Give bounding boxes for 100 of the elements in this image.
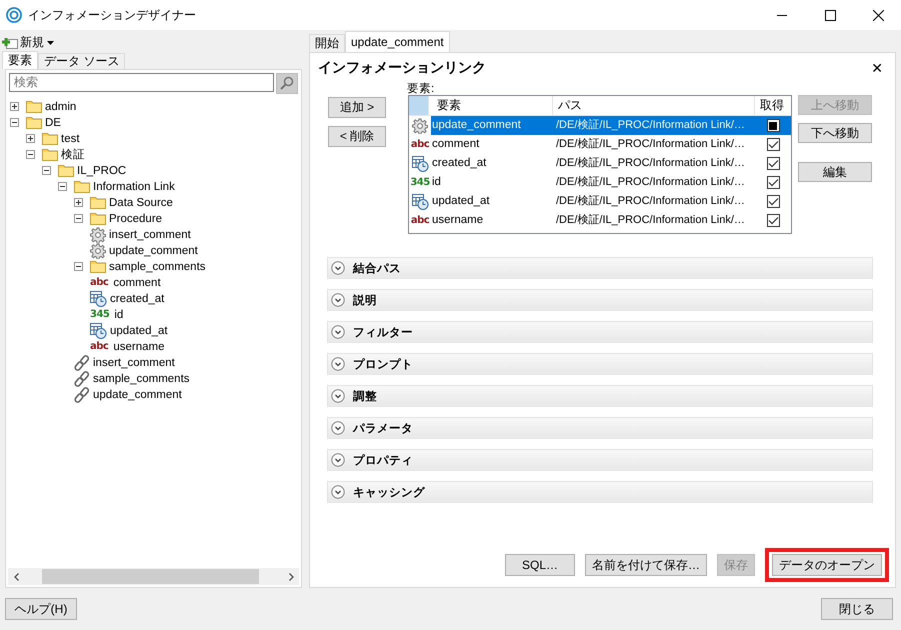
tree-item[interactable]: updated_at — [109, 324, 169, 337]
maximize-icon[interactable] — [824, 10, 836, 20]
tree-item[interactable]: created_at — [109, 292, 166, 305]
folder-icon — [42, 148, 58, 162]
section-title: 調整 — [353, 389, 377, 404]
checkbox[interactable] — [766, 119, 780, 132]
section-header[interactable]: フィルター — [327, 321, 873, 343]
section-title: プロンプト — [353, 357, 413, 372]
table-cell-text: updated_at — [431, 194, 491, 209]
folder-icon — [58, 164, 74, 178]
table-row[interactable]: created_at /DE/検証/IL_PROC/Information Link/… — [409, 154, 791, 173]
section-header[interactable]: キャッシング — [327, 481, 873, 503]
string-type-icon: abc — [410, 139, 430, 150]
search-button[interactable] — [276, 72, 298, 94]
tree-item[interactable]: insert_comment — [92, 356, 176, 369]
tree-item[interactable]: 検証 — [60, 147, 86, 162]
number-type-icon: 345 — [410, 177, 430, 188]
checkbox[interactable] — [766, 214, 780, 227]
calendar-clock-icon — [412, 194, 428, 210]
table-cell-text: /DE/検証/IL_PROC/Information Link/… — [555, 175, 746, 190]
chain-icon — [74, 370, 90, 387]
close-dialog-button[interactable]: 閉じる — [821, 598, 893, 620]
tree-item[interactable]: update_comment — [92, 388, 183, 401]
scroll-right-icon[interactable] — [288, 572, 294, 580]
tree-item[interactable]: Procedure — [108, 212, 164, 225]
section-header[interactable]: パラメータ — [327, 417, 873, 439]
column-header[interactable]: パス — [553, 96, 755, 115]
column-header[interactable]: 要素 — [429, 96, 553, 115]
table-row[interactable]: update_comment /DE/検証/IL_PROC/Information Link/… — [409, 116, 791, 135]
panel-tab[interactable]: 要素 — [2, 50, 38, 69]
new-button[interactable]: 新規 — [2, 34, 44, 52]
tree-item[interactable]: insert_comment — [108, 228, 192, 241]
dropdown-caret-icon[interactable] — [47, 40, 54, 45]
calendar-clock-icon — [90, 290, 107, 307]
side-button[interactable]: 下へ移動 — [798, 123, 872, 143]
number-type-icon: 345 — [90, 309, 110, 320]
calendar-clock-icon — [412, 156, 428, 172]
table-cell-text: id — [431, 175, 442, 190]
tree-item[interactable]: id — [113, 308, 124, 321]
window-title: インフォメーションデザイナー — [28, 6, 196, 24]
action-button[interactable]: SQL… — [505, 554, 575, 576]
scroll-left-icon[interactable] — [14, 572, 18, 580]
document-tab[interactable]: 開始 — [309, 34, 345, 52]
tree-item[interactable]: comment — [112, 276, 162, 289]
tree-item[interactable]: Data Source — [108, 196, 174, 209]
section-header[interactable]: 結合パス — [327, 257, 873, 279]
checkbox[interactable] — [766, 157, 780, 170]
checkbox[interactable] — [766, 138, 780, 151]
panel-tab[interactable]: データ ソース — [38, 52, 126, 69]
add-item-icon — [2, 36, 18, 49]
search-field[interactable]: 検索 — [9, 72, 274, 92]
document-tab[interactable]: update_comment — [345, 31, 450, 52]
gear-icon — [90, 242, 106, 259]
chain-icon — [74, 354, 90, 371]
checkbox[interactable] — [766, 176, 780, 189]
remove-button[interactable]: < 削除 — [328, 126, 386, 147]
column-header[interactable]: 取得 — [755, 96, 791, 115]
action-button[interactable]: 名前を付けて保存… — [585, 554, 707, 576]
checkbox[interactable] — [766, 195, 780, 208]
folder-icon — [26, 116, 42, 130]
table-row[interactable]: updated_at /DE/検証/IL_PROC/Information Link/… — [409, 192, 791, 211]
tree-item[interactable]: Information Link — [92, 180, 176, 193]
help-button[interactable]: ヘルプ(H) — [5, 598, 77, 620]
tree-item[interactable]: sample_comments — [108, 260, 207, 273]
horizontal-scrollbar[interactable] — [8, 568, 299, 585]
table-cell-text: created_at — [431, 156, 488, 171]
table-cell: /DE/検証/IL_PROC/Information Link/… — [553, 116, 755, 135]
tree-item[interactable]: IL_PROC — [76, 164, 128, 177]
side-button[interactable]: 編集 — [798, 162, 872, 182]
section-header[interactable]: プロパティ — [327, 449, 873, 471]
section-header[interactable]: 説明 — [327, 289, 873, 311]
section-header[interactable]: プロンプト — [327, 353, 873, 375]
tree-item[interactable]: username — [112, 340, 166, 353]
table-row[interactable]: 345 id /DE/検証/IL_PROC/Information Link/… — [409, 173, 791, 192]
folder-icon — [90, 260, 106, 274]
section-title: フィルター — [353, 326, 413, 340]
table-cell-text: comment — [431, 137, 480, 152]
table-row[interactable]: abc comment /DE/検証/IL_PROC/Information Link/… — [409, 135, 791, 154]
editor-title: インフォメーションリンク — [318, 59, 486, 77]
chain-icon — [74, 386, 90, 403]
table-cell-text: /DE/検証/IL_PROC/Information Link/… — [555, 213, 746, 228]
section-title: 説明 — [353, 293, 377, 308]
table-cell-text: /DE/検証/IL_PROC/Information Link/… — [555, 194, 746, 209]
section-title: プロパティ — [353, 453, 413, 468]
close-icon[interactable] — [872, 10, 884, 20]
calendar-clock-icon — [90, 322, 107, 339]
close-button[interactable]: ✕ — [871, 60, 883, 76]
tree-item[interactable]: DE — [44, 116, 62, 129]
tree-item[interactable]: admin — [44, 100, 78, 113]
tree-item[interactable]: update_comment — [108, 244, 199, 257]
action-button[interactable]: データのオープン — [772, 554, 882, 576]
tree-item[interactable]: sample_comments — [92, 372, 191, 385]
add-button[interactable]: 追加 > — [328, 97, 386, 118]
section-header[interactable]: 調整 — [327, 385, 873, 407]
table-row[interactable]: abc username /DE/検証/IL_PROC/Information Link/… — [409, 211, 791, 230]
gear-icon — [90, 226, 106, 243]
folder-icon — [90, 212, 106, 226]
section-title: キャッシング — [353, 486, 425, 500]
folder-icon — [26, 100, 42, 114]
tree-item[interactable]: test — [60, 132, 81, 145]
